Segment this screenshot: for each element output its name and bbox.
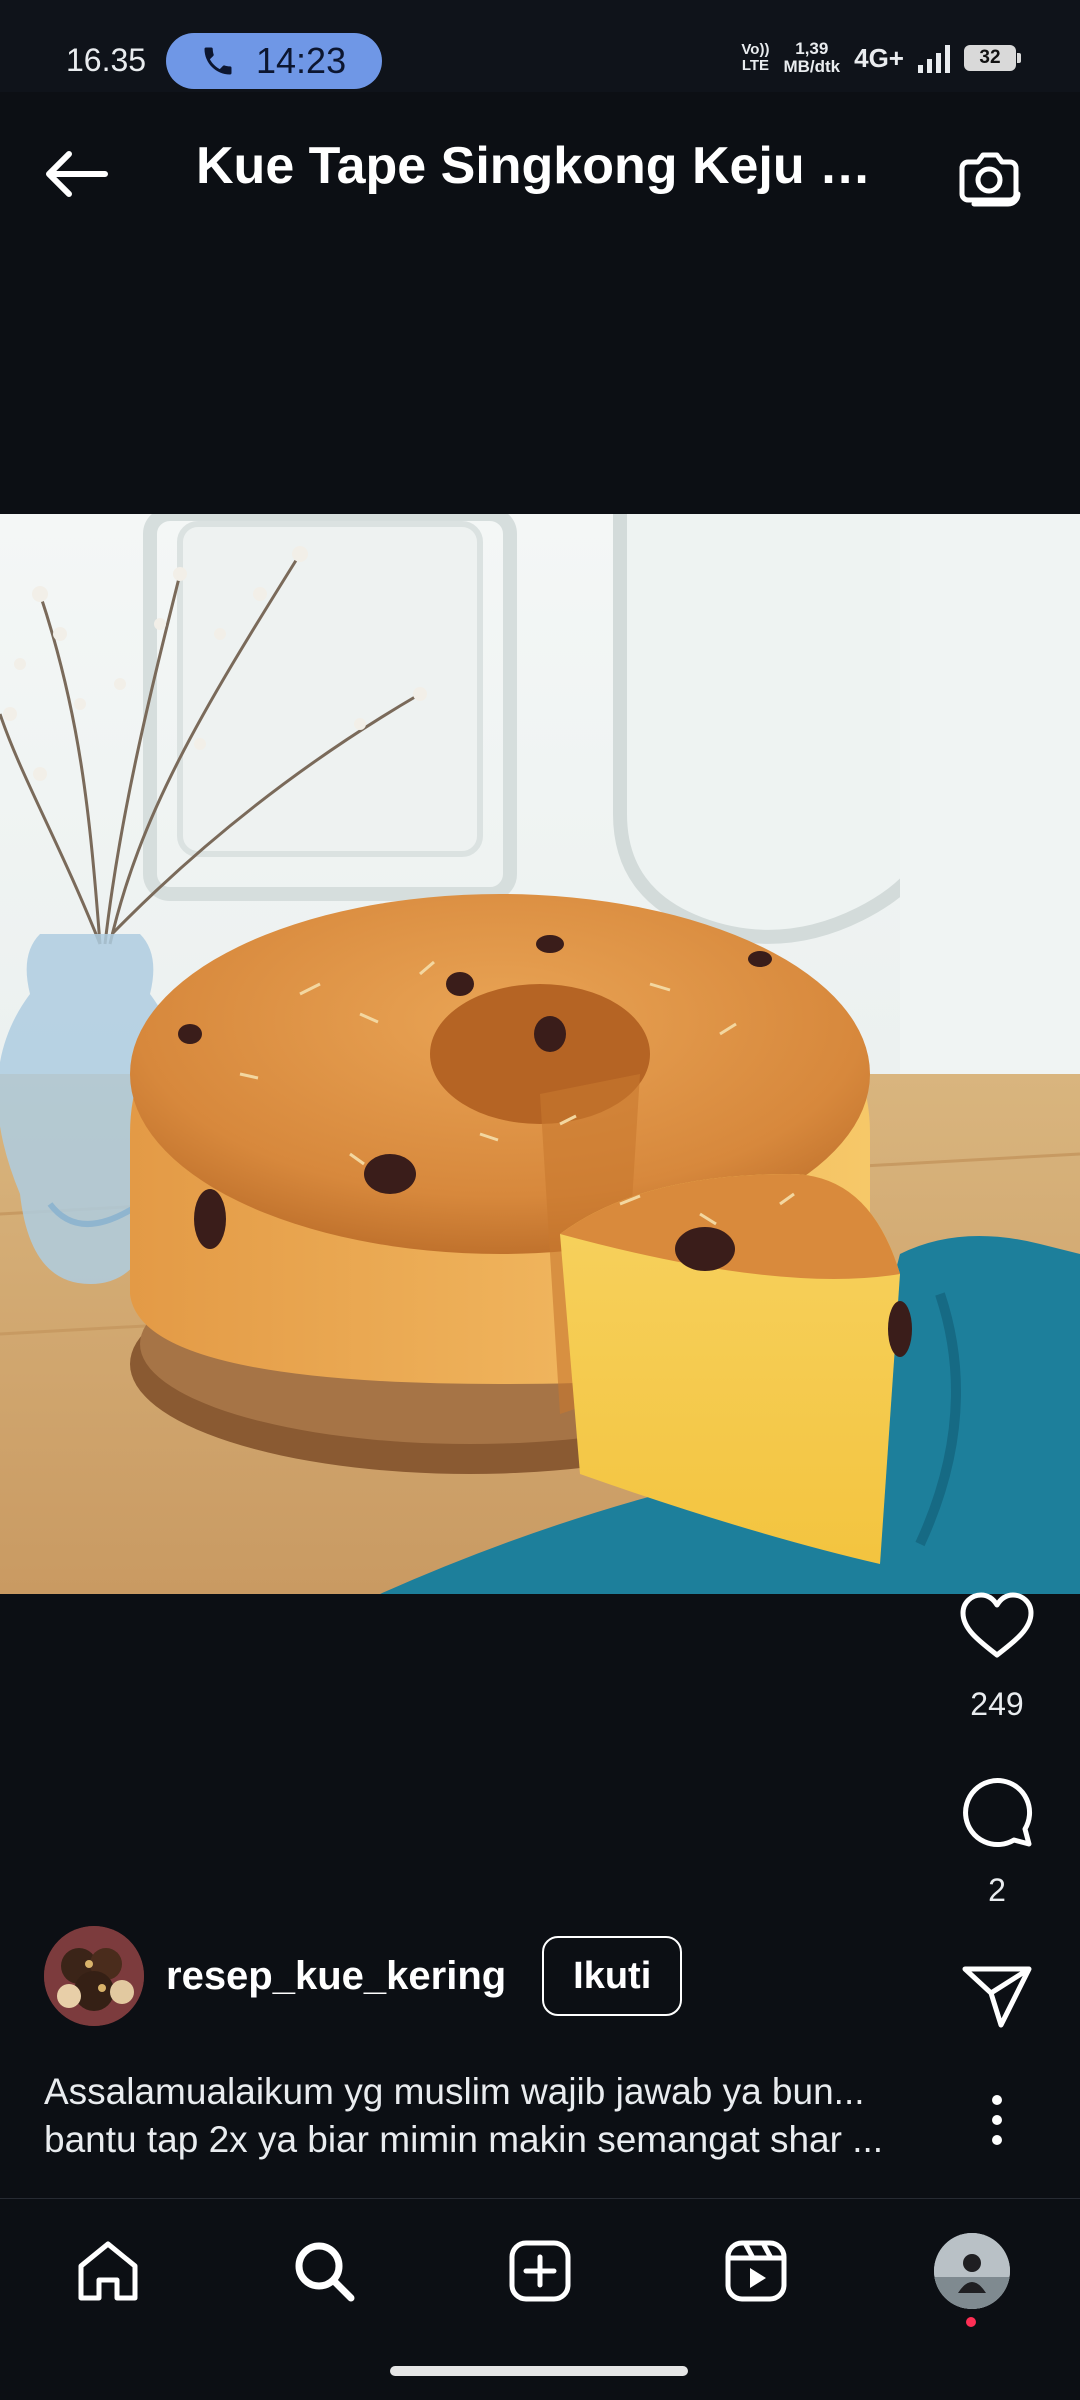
- home-indicator[interactable]: [390, 2366, 688, 2376]
- volte-indicator: Vo)) LTE: [741, 42, 769, 74]
- battery-level: 32: [979, 47, 1001, 68]
- network-speed-unit: MB/dtk: [783, 57, 841, 76]
- search-icon: [295, 2242, 355, 2302]
- author-avatar[interactable]: [44, 1926, 144, 2026]
- caption-line-2: bantu tap 2x ya biar mimin makin semanga…: [44, 2119, 884, 2160]
- like-count[interactable]: 249: [970, 1686, 1023, 1723]
- notification-dot: [966, 2317, 976, 2327]
- arrow-left-icon: [46, 151, 108, 197]
- more-options-button[interactable]: [957, 2080, 1037, 2160]
- nav-create[interactable]: [500, 2231, 580, 2311]
- nav-reels[interactable]: [716, 2231, 796, 2311]
- send-icon: [962, 1966, 1032, 2028]
- share-action: [956, 1956, 1038, 2036]
- nav-home[interactable]: [68, 2231, 148, 2311]
- camera-button[interactable]: [954, 142, 1024, 212]
- profile-avatar: [934, 2233, 1010, 2309]
- profile-photo-image: [934, 2233, 1010, 2309]
- volte-label: Vo)): [741, 41, 770, 58]
- home-icon: [78, 2241, 138, 2301]
- back-button[interactable]: [40, 138, 112, 210]
- nav-search[interactable]: [284, 2231, 364, 2311]
- cookie-avatar-image: [44, 1926, 144, 2026]
- battery-icon: 32: [964, 45, 1021, 71]
- caption-line-1: Assalamualaikum yg muslim wajib jawab ya…: [44, 2071, 865, 2112]
- call-timer: 14:23: [256, 40, 347, 81]
- more-action: [956, 2080, 1038, 2160]
- nav-profile[interactable]: [932, 2231, 1012, 2311]
- reels-icon: [725, 2240, 787, 2302]
- author-row: resep_kue_kering Ikuti: [44, 1924, 683, 2028]
- top-bar: Kue Tape Singkong Keju K...: [0, 92, 1080, 252]
- comment-button[interactable]: [957, 1772, 1037, 1852]
- heart-icon: [960, 1592, 1034, 1658]
- create-icon: [509, 2240, 571, 2302]
- share-button[interactable]: [957, 1956, 1037, 2036]
- comment-icon: [963, 1778, 1033, 1848]
- screen: 16.35 14:23 Vo)) LTE 1,39 MB/dtk 4G+ 32: [0, 0, 1080, 2400]
- status-indicators: Vo)) LTE 1,39 MB/dtk 4G+ 32: [741, 40, 1021, 76]
- network-speed: 1,39 MB/dtk: [783, 40, 840, 76]
- comment-action: 2: [956, 1772, 1038, 1909]
- more-vertical-icon: [992, 2095, 1002, 2145]
- network-speed-value: 1,39: [795, 39, 829, 58]
- network-type: 4G+: [854, 42, 904, 73]
- camera-icon: [959, 152, 1021, 207]
- comment-count[interactable]: 2: [988, 1872, 1006, 1909]
- post-caption[interactable]: Assalamualaikum yg muslim wajib jawab ya…: [44, 2068, 934, 2164]
- lte-label: LTE: [741, 57, 770, 74]
- ongoing-call-pill[interactable]: 14:23: [166, 33, 382, 89]
- cake-photo-illustration: [0, 514, 1080, 1594]
- follow-button[interactable]: Ikuti: [542, 1936, 683, 2016]
- page-title: Kue Tape Singkong Keju K...: [196, 137, 896, 195]
- post-photo[interactable]: [0, 514, 1080, 1594]
- status-bar: 16.35 14:23 Vo)) LTE 1,39 MB/dtk 4G+ 32: [0, 0, 1080, 92]
- signal-icon: [918, 43, 950, 73]
- like-button[interactable]: [957, 1586, 1037, 1666]
- phone-icon: [204, 47, 232, 75]
- status-time: 16.35: [66, 42, 147, 78]
- author-username[interactable]: resep_kue_kering: [166, 1954, 506, 1999]
- like-action: 249: [956, 1586, 1038, 1723]
